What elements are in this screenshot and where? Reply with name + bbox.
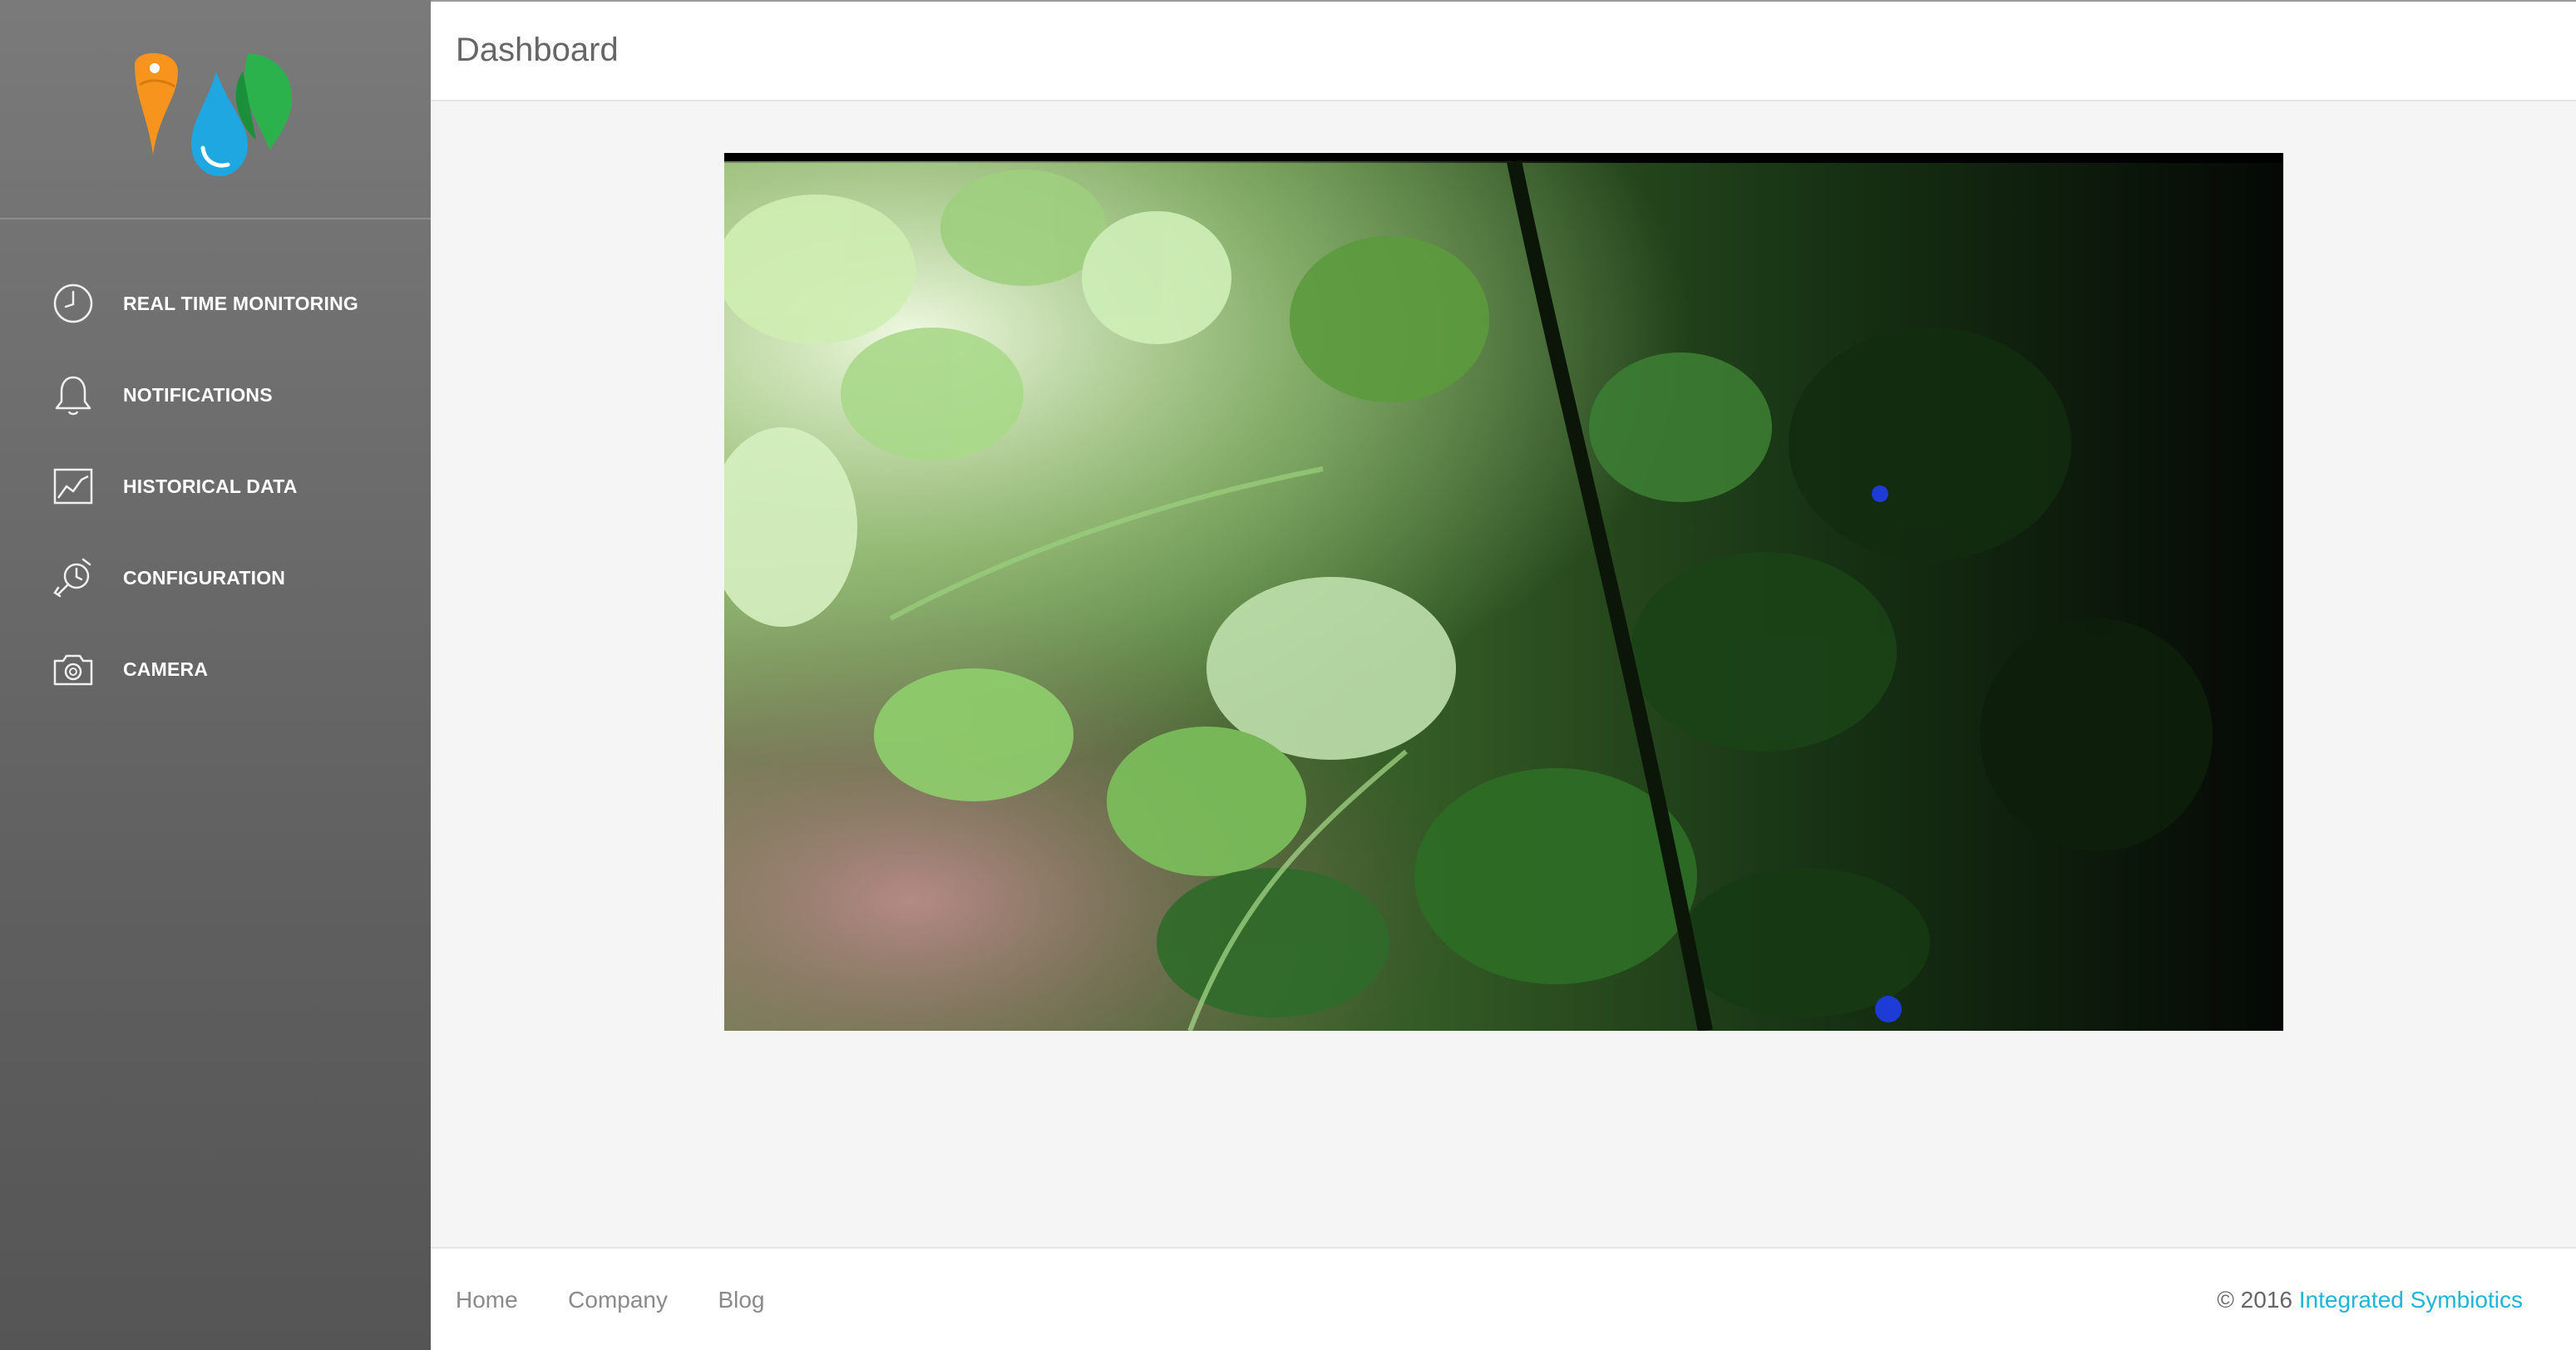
footer-link-home[interactable]: Home [456,1287,518,1313]
copyright-link[interactable]: Integrated Symbiotics [2299,1287,2523,1313]
sidebar-item-configuration[interactable]: CONFIGURATION [0,540,431,615]
sidebar-item-real-time-monitoring[interactable]: REAL TIME MONITORING [0,266,431,341]
sidebar-item-label: HISTORICAL DATA [123,475,298,497]
footer-links: Home Company Blog [456,1287,812,1313]
footer-link-blog[interactable]: Blog [718,1287,764,1313]
sidebar-item-label: REAL TIME MONITORING [123,292,358,314]
copyright-text: © 2016 [2217,1287,2292,1313]
camera-feed [724,153,2283,1031]
sidebar-item-notifications[interactable]: NOTIFICATIONS [0,357,431,432]
footer-link-company[interactable]: Company [568,1287,668,1313]
sidebar-item-label: NOTIFICATIONS [123,383,273,406]
logo-icon[interactable] [126,47,301,180]
top-bar: Dashboard [431,0,2576,101]
sidebar-item-historical-data[interactable]: HISTORICAL DATA [0,449,431,524]
clock-icon [53,283,93,323]
logo-area [0,0,431,219]
sidebar-item-camera[interactable]: CAMERA [0,632,431,707]
camera-icon [53,654,93,686]
copyright: © 2016 Integrated Symbiotics [2217,1287,2523,1313]
bell-icon [55,376,91,416]
chart-icon [53,468,93,505]
footer: Home Company Blog © 2016 Integrated Symb… [431,1247,2576,1350]
wrench-clock-icon [53,558,91,598]
camera-feed-image [724,153,2283,1031]
sidebar: REAL TIME MONITORING NOTIFICATIONS HISTO… [0,0,431,1350]
sidebar-item-label: CONFIGURATION [123,566,286,589]
page-title: Dashboard [456,32,619,68]
sidebar-item-label: CAMERA [123,658,209,680]
